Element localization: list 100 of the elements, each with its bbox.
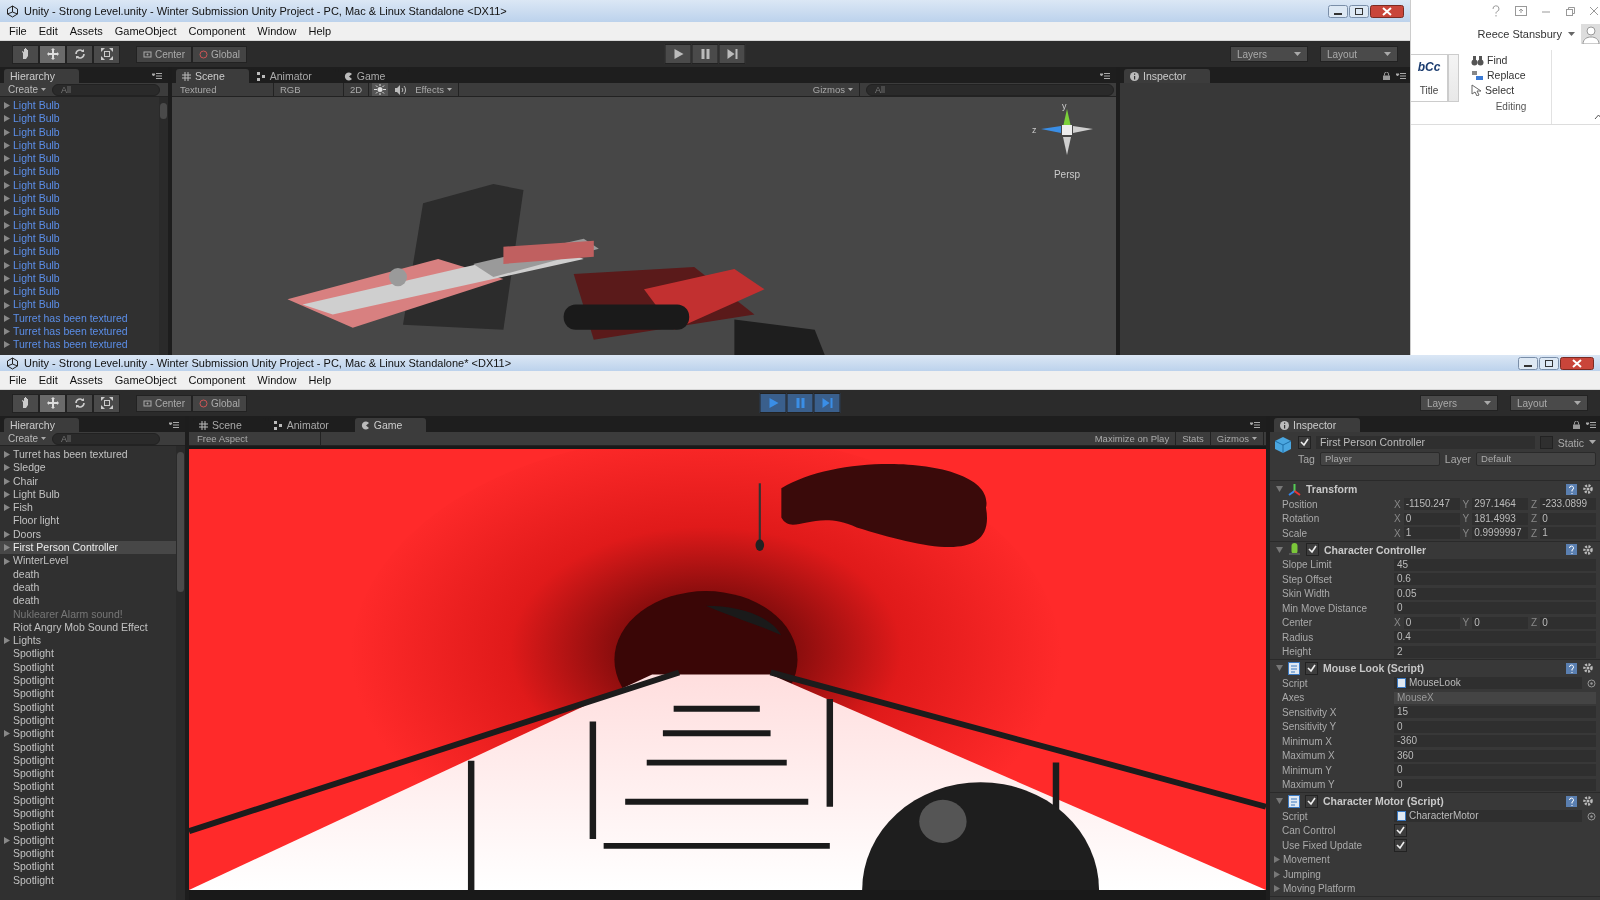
hierarchy-item[interactable]: death xyxy=(0,567,176,581)
hierarchy-item[interactable]: Spotlight xyxy=(0,687,176,701)
component-header[interactable]: Character Controller xyxy=(1270,541,1600,558)
pivot-button[interactable]: Center xyxy=(136,45,192,63)
gallery-scroll-bar[interactable] xyxy=(1448,54,1459,102)
hierarchy-item[interactable]: death xyxy=(0,594,176,608)
number-field[interactable]: 181.4993 xyxy=(1472,512,1529,525)
hierarchy-item[interactable]: WinterLevel xyxy=(0,554,176,568)
panel-menu-icon[interactable] xyxy=(169,422,179,428)
hierarchy-item[interactable]: Spotlight xyxy=(0,793,176,807)
lock-icon[interactable] xyxy=(1573,421,1580,429)
active-checkbox[interactable] xyxy=(1298,436,1311,449)
number-field[interactable]: 0 xyxy=(1403,512,1460,525)
menu-item[interactable]: Window xyxy=(251,374,303,386)
minimize-icon[interactable] xyxy=(1518,356,1538,370)
hierarchy-item[interactable]: Floor light xyxy=(0,514,176,528)
hand-tool-button[interactable] xyxy=(12,393,39,413)
number-field[interactable]: 0 xyxy=(1394,764,1596,777)
help-icon[interactable] xyxy=(1566,483,1577,495)
settings-icon[interactable] xyxy=(1582,662,1594,674)
panel-menu-icon[interactable] xyxy=(1250,422,1260,428)
number-field[interactable]: 0 xyxy=(1394,720,1596,733)
hierarchy-item[interactable]: Spotlight xyxy=(0,833,176,847)
hierarchy-item[interactable]: Spotlight xyxy=(0,846,176,861)
collapse-arrow-icon[interactable] xyxy=(1276,798,1283,804)
layer-dropdown[interactable]: Default xyxy=(1476,452,1596,466)
hierarchy-item[interactable]: Light Bulb xyxy=(0,152,159,166)
hierarchy-item[interactable]: Light Bulb xyxy=(0,218,159,232)
hierarchy-item[interactable]: Light Bulb xyxy=(0,178,159,193)
view-tab[interactable]: Game xyxy=(354,418,427,432)
enabled-checkbox[interactable] xyxy=(1305,661,1318,675)
component-header[interactable]: Character Motor (Script) xyxy=(1270,793,1600,809)
tag-dropdown[interactable]: Player xyxy=(1319,452,1440,466)
number-field[interactable]: 0 xyxy=(1403,616,1460,629)
hierarchy-item[interactable]: Spotlight xyxy=(0,767,176,781)
hierarchy-item[interactable]: Spotlight xyxy=(0,807,176,821)
projection-label[interactable]: Persp xyxy=(1053,169,1081,180)
menu-item[interactable]: File xyxy=(3,25,33,37)
collapse-arrow-icon[interactable] xyxy=(1276,546,1283,553)
hierarchy-item[interactable]: Light Bulb xyxy=(0,298,159,312)
hierarchy-item[interactable]: Turret has been textured xyxy=(0,311,159,326)
help-icon[interactable] xyxy=(1566,795,1577,807)
menu-item[interactable]: GameObject xyxy=(108,25,183,37)
number-field[interactable]: 45 xyxy=(1394,558,1596,571)
number-field[interactable]: 15 xyxy=(1394,706,1596,719)
collapse-arrow-icon[interactable] xyxy=(1276,486,1283,492)
hierarchy-item[interactable]: Light Bulb xyxy=(0,285,159,299)
rotate-tool-button[interactable] xyxy=(66,393,93,413)
hierarchy-tab[interactable]: Hierarchy xyxy=(4,418,79,432)
menu-item[interactable]: GameObject xyxy=(108,374,183,386)
layers-dropdown[interactable]: Layers xyxy=(1420,395,1498,411)
hierarchy-item[interactable]: Spotlight xyxy=(0,727,176,741)
step-button[interactable] xyxy=(718,44,746,64)
caret-icon[interactable] xyxy=(1589,440,1596,445)
scroll-bar[interactable] xyxy=(159,97,168,355)
number-field[interactable]: 0 xyxy=(1394,778,1596,791)
user-name[interactable]: Reece Stansbury xyxy=(1477,28,1562,40)
scale-tool-button[interactable] xyxy=(93,44,120,64)
inspector-tab[interactable]: Inspector xyxy=(1124,69,1211,83)
hierarchy-item[interactable]: Light Bulb xyxy=(0,138,159,153)
number-field[interactable]: -233.0899 xyxy=(1540,498,1596,511)
hierarchy-item[interactable]: Turret has been textured xyxy=(0,448,176,462)
object-field[interactable]: CharacterMotor xyxy=(1394,810,1582,823)
hierarchy-item[interactable]: Light Bulb xyxy=(0,271,159,286)
minimize-icon[interactable] xyxy=(1328,4,1348,18)
panel-menu-icon[interactable] xyxy=(1396,73,1406,79)
hierarchy-item[interactable]: Spotlight xyxy=(0,860,176,874)
panel-menu-icon[interactable] xyxy=(1586,422,1596,428)
avatar-icon[interactable] xyxy=(1581,24,1600,44)
move-tool-button[interactable] xyxy=(39,393,66,413)
settings-icon[interactable] xyxy=(1582,795,1594,807)
hierarchy-item[interactable]: Spotlight xyxy=(0,700,176,714)
pivot-button[interactable]: Center xyxy=(136,394,192,412)
menu-item[interactable]: Component xyxy=(182,25,252,37)
hierarchy-item[interactable]: Spotlight xyxy=(0,713,176,728)
view-tab[interactable]: Scene xyxy=(176,69,249,83)
search-field[interactable]: All xyxy=(52,83,160,96)
collapse-arrow-icon[interactable] xyxy=(1276,665,1283,671)
object-picker-icon[interactable] xyxy=(1587,678,1596,688)
search-field[interactable]: All xyxy=(52,432,160,445)
hierarchy-item[interactable]: Light Bulb xyxy=(0,112,159,126)
expand-arrow-icon[interactable] xyxy=(3,836,10,844)
hierarchy-item[interactable]: Spotlight xyxy=(0,740,176,754)
panel-menu-icon[interactable] xyxy=(152,73,162,79)
space-button[interactable]: Global xyxy=(192,394,247,412)
foldout[interactable]: Jumping xyxy=(1274,868,1321,880)
number-field[interactable]: 2 xyxy=(1394,645,1596,658)
number-field[interactable]: -1150.247 xyxy=(1403,498,1460,511)
layout-dropdown[interactable]: Layout xyxy=(1320,46,1398,62)
foldout[interactable]: Moving Platform xyxy=(1274,883,1356,895)
menu-item[interactable]: Edit xyxy=(32,25,64,37)
menu-item[interactable]: Assets xyxy=(63,374,109,386)
panel-menu-icon[interactable] xyxy=(1100,73,1110,79)
hierarchy-item[interactable]: Spotlight xyxy=(0,674,176,688)
layers-dropdown[interactable]: Layers xyxy=(1230,46,1308,62)
menu-item[interactable]: Window xyxy=(251,25,303,37)
move-tool-button[interactable] xyxy=(39,44,66,64)
play-button[interactable] xyxy=(759,393,787,413)
hierarchy-item[interactable]: Spotlight xyxy=(0,780,176,794)
hierarchy-item[interactable]: Spotlight xyxy=(0,753,176,768)
